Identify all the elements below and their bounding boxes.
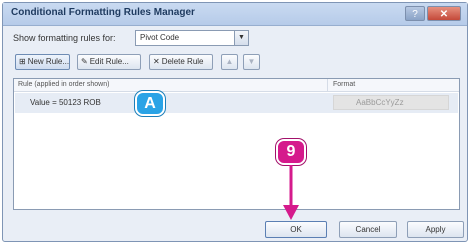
rules-list[interactable]: Rule (applied in order shown) Format Val…	[13, 78, 460, 210]
chevron-down-icon[interactable]: ▼	[234, 31, 248, 45]
show-rules-select[interactable]: Pivot Code ▼	[135, 30, 249, 46]
apply-button[interactable]: Apply	[407, 221, 464, 238]
delete-icon: ✕	[153, 57, 160, 66]
move-up-button[interactable]: ▲	[221, 54, 238, 70]
cancel-button[interactable]: Cancel	[339, 221, 397, 238]
delete-rule-label: Delete Rule	[161, 57, 204, 66]
callout-9-badge: 9	[276, 139, 306, 165]
show-rules-label: Show formatting rules for:	[13, 33, 116, 43]
edit-icon: ✎	[81, 57, 88, 66]
rules-header: Rule (applied in order shown) Format	[14, 79, 459, 92]
format-preview-text: AaBbCcYyZz	[356, 98, 404, 107]
edit-rule-label: Edit Rule...	[89, 57, 129, 66]
rule-row[interactable]: Value = 50123 ROB AaBbCcYyZz	[15, 93, 458, 113]
down-arrow-icon	[283, 165, 299, 220]
show-rules-value: Pivot Code	[140, 33, 180, 42]
move-down-button[interactable]: ▼	[243, 54, 260, 70]
rule-text: Value = 50123 ROB	[30, 98, 101, 107]
column-header-format: Format	[333, 81, 356, 88]
close-button[interactable]: ✕	[427, 6, 461, 21]
dialog-title: Conditional Formatting Rules Manager	[11, 7, 195, 18]
new-rule-label: New Rule...	[27, 57, 70, 66]
delete-rule-button[interactable]: ✕ Delete Rule	[149, 54, 213, 70]
ok-button[interactable]: OK	[265, 221, 327, 238]
new-rule-button[interactable]: ⊞ New Rule...	[15, 54, 70, 70]
conditional-formatting-dialog: Conditional Formatting Rules Manager ? ✕…	[2, 2, 468, 242]
column-header-rule: Rule (applied in order shown)	[18, 81, 110, 88]
format-preview: AaBbCcYyZz	[333, 95, 449, 110]
new-rule-icon: ⊞	[19, 57, 26, 66]
help-button[interactable]: ?	[405, 6, 425, 21]
callout-a-badge: A	[135, 91, 165, 116]
title-bar[interactable]: Conditional Formatting Rules Manager ? ✕	[3, 3, 467, 26]
edit-rule-button[interactable]: ✎ Edit Rule...	[77, 54, 141, 70]
column-divider	[327, 79, 328, 91]
